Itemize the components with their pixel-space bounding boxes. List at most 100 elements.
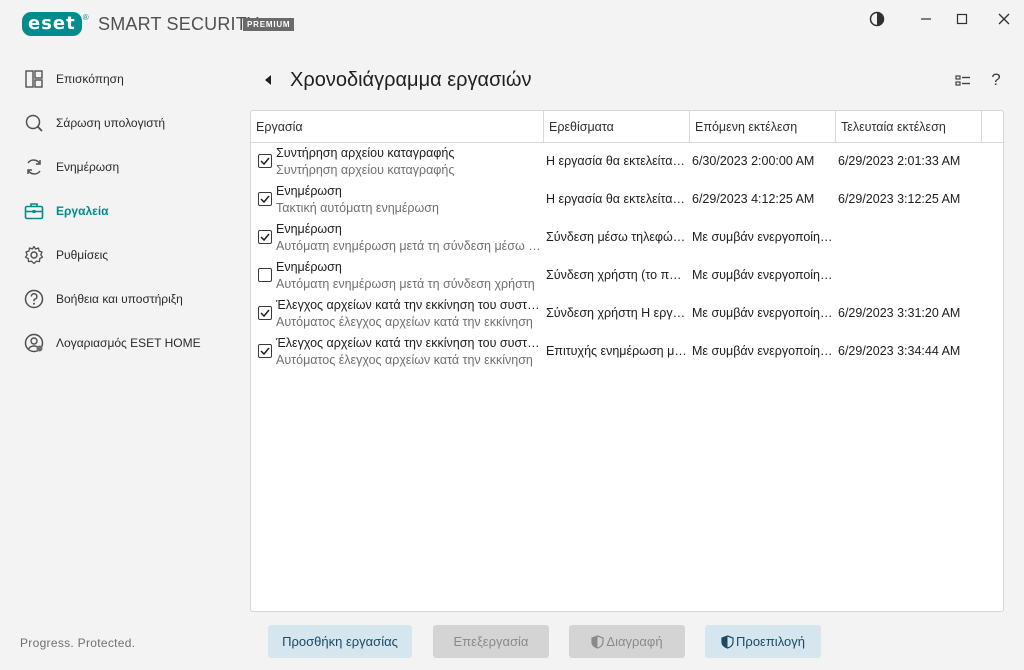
sidebar-item-label: Επισκόπηση xyxy=(56,72,124,86)
task-next-run: Με συμβάν ενεργοποίησης xyxy=(692,230,833,244)
task-description: Αυτόματος έλεγχος αρχείων κατά την εκκίν… xyxy=(276,315,533,329)
sidebar-item-eset-home[interactable]: Λογαριασμός ESET HOME xyxy=(0,325,240,361)
back-arrow-icon xyxy=(265,75,271,85)
tagline: Progress. Protected. xyxy=(20,636,136,650)
gear-icon xyxy=(24,245,44,265)
column-header-last-run[interactable]: Τελευταία εκτέλεση xyxy=(836,111,982,143)
list-view-icon xyxy=(955,75,970,86)
task-checkbox[interactable] xyxy=(258,268,272,282)
task-description: Τακτική αυτόματη ενημέρωση xyxy=(276,201,439,215)
sidebar-item-label: Ενημέρωση xyxy=(56,160,120,174)
task-trigger: Σύνδεση χρήστη Η εργασία εκτελείται xyxy=(546,306,687,320)
task-description: Αυτόματη ενημέρωση μετά τη σύνδεση μέσω … xyxy=(276,239,543,253)
task-next-run: Με συμβάν ενεργοποίησης xyxy=(692,268,833,282)
title-bar: eset ® SMART SECURITY PREMIUM xyxy=(0,0,1024,48)
question-mark-icon: ? xyxy=(991,70,1001,89)
task-checkbox[interactable] xyxy=(258,344,272,358)
table-row[interactable]: Ενημέρωση Αυτόματη ενημέρωση μετά τη σύν… xyxy=(251,219,1003,257)
table-row[interactable]: Έλεγχος αρχείων κατά την εκκίνηση του συ… xyxy=(251,333,1003,371)
task-name: Συντήρηση αρχείου καταγραφής xyxy=(276,146,455,160)
refresh-icon xyxy=(24,157,44,177)
task-checkbox[interactable] xyxy=(258,306,272,320)
task-last-run: 6/29/2023 3:12:25 AM xyxy=(838,192,961,206)
admin-shield-icon xyxy=(721,634,734,649)
maximize-button[interactable] xyxy=(950,8,974,30)
edit-label: Επεξεργασία xyxy=(453,634,529,649)
sidebar-item-overview[interactable]: Επισκόπηση xyxy=(0,61,240,97)
admin-shield-icon xyxy=(591,634,605,649)
edit-button[interactable]: Επεξεργασία xyxy=(433,625,549,658)
add-task-label: Προσθήκη εργασίας xyxy=(282,634,398,649)
check-icon xyxy=(260,233,270,242)
column-header-task[interactable]: Εργασία xyxy=(251,111,544,143)
task-last-run: 6/29/2023 3:34:44 AM xyxy=(838,344,961,358)
task-name: Ενημέρωση xyxy=(276,260,342,274)
task-description: Αυτόματη ενημέρωση μετά τη σύνδεση χρήστ… xyxy=(276,277,535,291)
delete-button[interactable]: Διαγραφή xyxy=(569,625,685,658)
logo-badge: eset xyxy=(22,12,82,36)
table-row[interactable]: Ενημέρωση Αυτόματη ενημέρωση μετά τη σύν… xyxy=(251,257,1003,295)
help-button[interactable]: ? xyxy=(988,70,1004,90)
maximize-icon xyxy=(956,13,968,25)
task-name: Έλεγχος αρχείων κατά την εκκίνηση του συ… xyxy=(276,336,543,350)
task-checkbox[interactable] xyxy=(258,154,272,168)
sidebar-item-label: Ρυθμίσεις xyxy=(56,248,109,262)
task-last-run: 6/29/2023 3:31:20 AM xyxy=(838,306,961,320)
task-description: Συντήρηση αρχείου καταγραφής xyxy=(276,163,455,177)
contrast-icon xyxy=(869,11,885,27)
task-last-run: 6/29/2023 2:01:33 AM xyxy=(838,154,961,168)
eset-logo: eset ® xyxy=(22,12,89,36)
task-trigger: Η εργασία θα εκτελείται κάθε ημέρα xyxy=(546,154,687,168)
check-icon xyxy=(260,195,270,204)
table-row[interactable]: Ενημέρωση Τακτική αυτόματη ενημέρωση Η ε… xyxy=(251,181,1003,219)
task-checkbox[interactable] xyxy=(258,192,272,206)
add-task-button[interactable]: Προσθήκη εργασίας xyxy=(268,625,412,658)
task-trigger: Η εργασία θα εκτελείται κάθε 60 λεπτά xyxy=(546,192,687,206)
task-table: Εργασία Ερεθίσματα Επόμενη εκτέλεση Τελε… xyxy=(250,110,1004,612)
help-icon xyxy=(24,289,44,309)
task-name: Έλεγχος αρχείων κατά την εκκίνηση του συ… xyxy=(276,298,543,312)
back-button[interactable] xyxy=(260,70,276,90)
sidebar-item-help[interactable]: Βοήθεια και υποστήριξη xyxy=(0,281,240,317)
task-checkbox[interactable] xyxy=(258,230,272,244)
close-button[interactable] xyxy=(992,8,1016,30)
page-title: Χρονοδιάγραμμα εργασιών xyxy=(290,69,532,91)
sidebar-item-scan[interactable]: Σάρωση υπολογιστή xyxy=(0,105,240,141)
sidebar-item-update[interactable]: Ενημέρωση xyxy=(0,149,240,185)
column-header-next-run[interactable]: Επόμενη εκτέλεση xyxy=(690,111,836,143)
task-name: Ενημέρωση xyxy=(276,222,342,236)
view-options-button[interactable] xyxy=(954,72,972,90)
delete-label: Διαγραφή xyxy=(606,634,663,649)
default-button[interactable]: Προεπιλογή xyxy=(705,625,821,658)
check-icon xyxy=(260,309,270,318)
task-next-run: Με συμβάν ενεργοποίησης xyxy=(692,344,833,358)
task-trigger: Επιτυχής ενημέρωση μονάδων xyxy=(546,344,687,358)
minimize-icon xyxy=(921,18,931,20)
sidebar-item-label: Σάρωση υπολογιστή xyxy=(56,116,166,130)
column-header-triggers[interactable]: Ερεθίσματα xyxy=(544,111,690,143)
product-name: SMART SECURITY xyxy=(98,14,260,34)
edition-badge: PREMIUM xyxy=(243,18,295,31)
task-trigger: Σύνδεση μέσω τηλεφώνου στο Internet/VPN xyxy=(546,230,687,244)
check-icon xyxy=(260,157,270,166)
sidebar-item-tools[interactable]: Εργαλεία xyxy=(0,193,240,229)
search-icon xyxy=(24,113,44,133)
theme-toggle-button[interactable] xyxy=(865,8,889,30)
table-row[interactable]: Συντήρηση αρχείου καταγραφής Συντήρηση α… xyxy=(251,143,1003,181)
overview-icon xyxy=(24,69,44,89)
task-trigger: Σύνδεση χρήστη (το πολύ μία φορά την ώρα… xyxy=(546,268,687,282)
sidebar-item-label: Εργαλεία xyxy=(56,204,109,218)
task-next-run: 6/29/2023 4:12:25 AM xyxy=(692,192,815,206)
task-description: Αυτόματος έλεγχος αρχείων κατά την εκκίν… xyxy=(276,353,533,367)
sidebar-item-label: Βοήθεια και υποστήριξη xyxy=(56,292,183,306)
sidebar-item-settings[interactable]: Ρυθμίσεις xyxy=(0,237,240,273)
table-row[interactable]: Έλεγχος αρχείων κατά την εκκίνηση του συ… xyxy=(251,295,1003,333)
task-name: Ενημέρωση xyxy=(276,184,342,198)
sidebar-item-label: Λογαριασμός ESET HOME xyxy=(56,336,201,350)
check-icon xyxy=(260,347,270,356)
toolbox-icon xyxy=(24,201,44,221)
default-label: Προεπιλογή xyxy=(736,634,805,649)
task-next-run: 6/30/2023 2:00:00 AM xyxy=(692,154,815,168)
table-header: Εργασία Ερεθίσματα Επόμενη εκτέλεση Τελε… xyxy=(251,111,1003,143)
minimize-button[interactable] xyxy=(914,8,938,30)
